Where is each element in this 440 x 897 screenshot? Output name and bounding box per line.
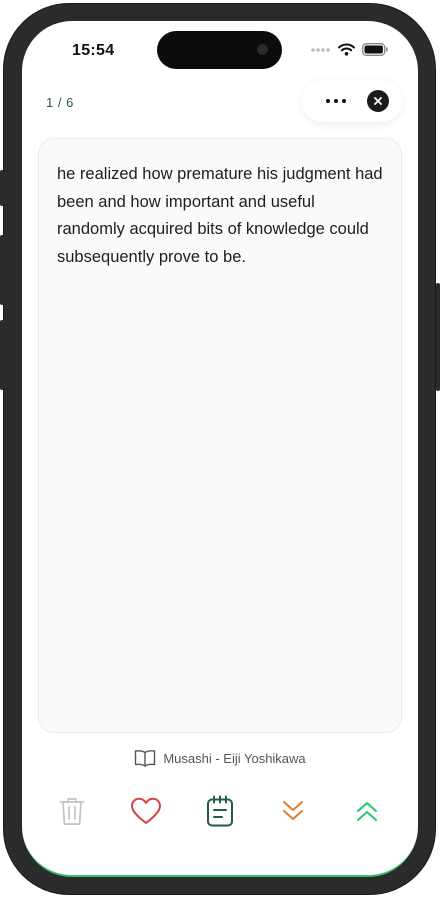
more-dot (341, 99, 346, 103)
camera-dot (257, 44, 268, 55)
book-source-text: Musashi - Eiji Yoshikawa (163, 750, 306, 766)
close-button[interactable] (366, 90, 389, 112)
quote-text: he realized how premature his judgment h… (57, 165, 383, 266)
heart-icon (131, 797, 161, 824)
favorite-button[interactable] (126, 791, 166, 831)
side-button-power (436, 283, 440, 391)
notepad-icon (207, 795, 233, 827)
quote-card[interactable]: he realized how premature his judgment h… (38, 138, 402, 733)
battery-icon (362, 43, 388, 56)
screen: 15:54 1 / 6 he realized how premature hi… (22, 21, 418, 877)
status-time: 15:54 (72, 42, 115, 59)
book-source[interactable]: Musashi - Eiji Yoshikawa (22, 749, 418, 767)
more-dot (325, 99, 330, 103)
close-icon (373, 97, 382, 105)
status-icons (311, 43, 388, 56)
chevrons-down-icon (283, 801, 303, 820)
trash-icon (59, 798, 85, 825)
signal-icon (311, 47, 330, 52)
side-button-volume-down (0, 320, 4, 390)
delete-button[interactable] (52, 791, 92, 831)
mini-program-capsule (302, 80, 402, 122)
more-options-button[interactable] (316, 99, 356, 103)
wifi-icon (338, 43, 355, 56)
dynamic-island (157, 31, 282, 69)
side-button-mute (0, 170, 4, 206)
more-dot (333, 99, 338, 103)
side-button-volume-up (0, 235, 4, 305)
page-counter: 1 / 6 (46, 95, 74, 110)
previous-button[interactable] (347, 791, 387, 831)
book-icon (135, 750, 156, 767)
chevrons-up-icon (357, 802, 377, 821)
note-button[interactable] (200, 791, 240, 831)
bottom-toolbar (22, 791, 418, 831)
next-button[interactable] (273, 791, 313, 831)
